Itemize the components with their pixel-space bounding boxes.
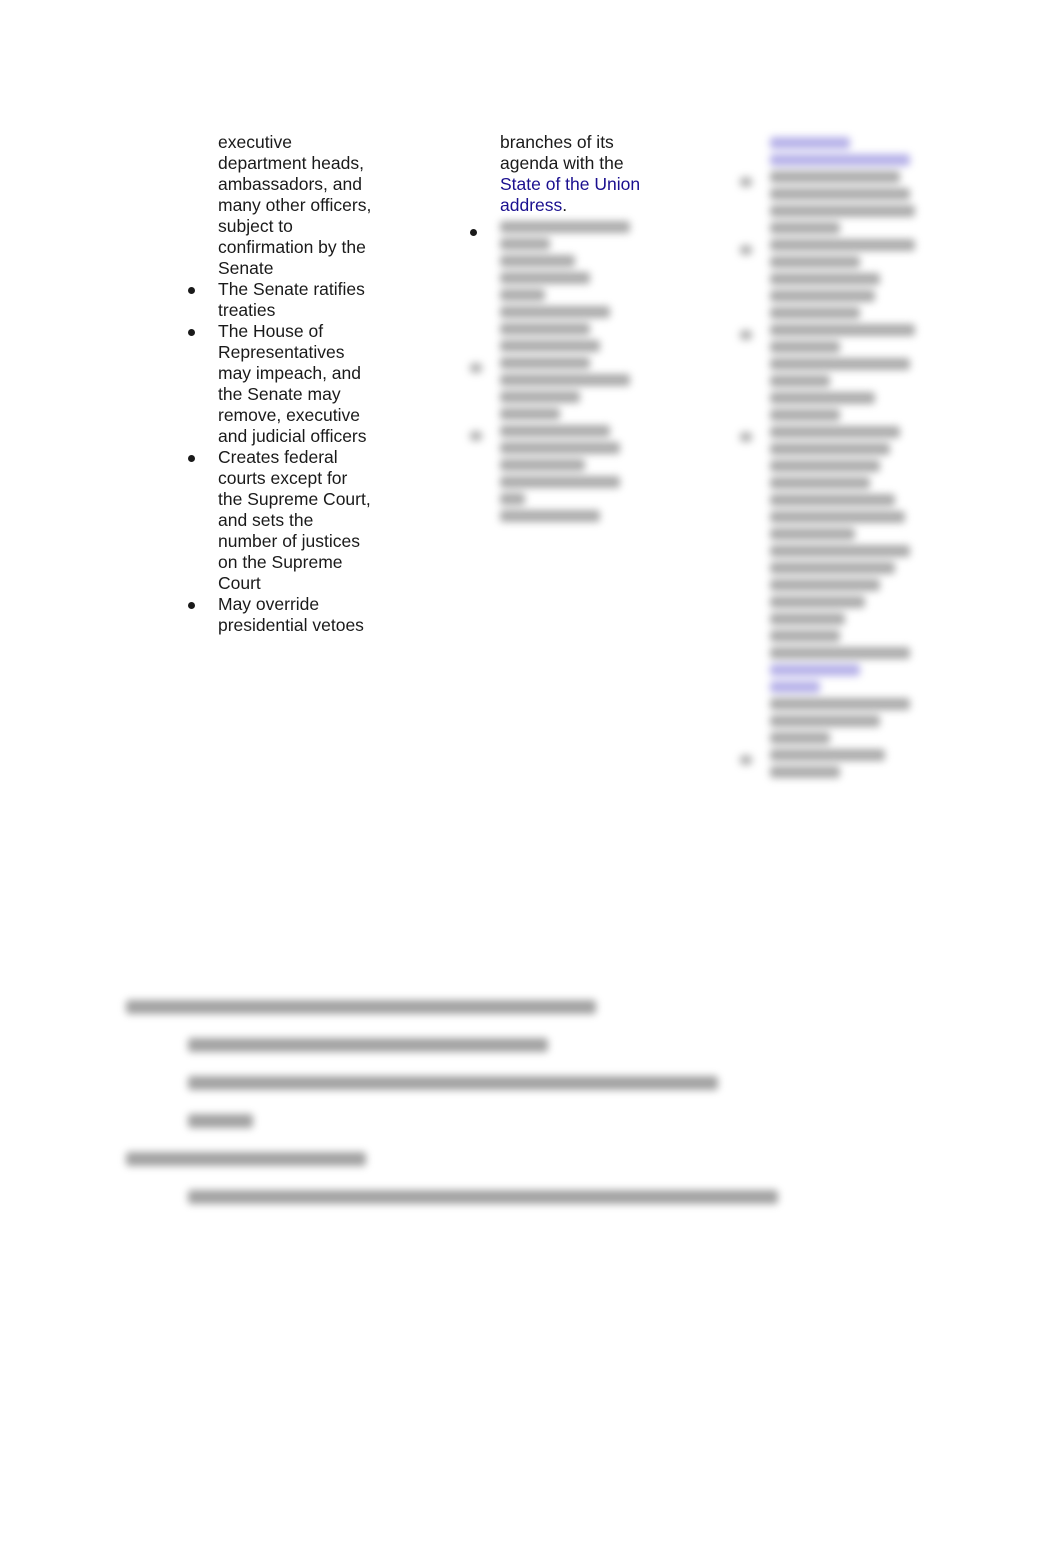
list-item: Creates federal courts except for the Su… (186, 447, 376, 594)
continuation-end: . (562, 195, 568, 215)
list-marker-icon (470, 431, 482, 441)
list-item-blurred (468, 425, 648, 522)
list-marker-icon (470, 363, 482, 373)
list-item-blurred (468, 221, 648, 352)
list-item-continuation: executive department heads, ambassadors,… (218, 132, 372, 278)
list-item-text: The Senate ratifies treaties (218, 279, 365, 320)
list-item: The Senate ratifies treaties (186, 279, 376, 321)
list-item: The House of Representatives may impeach… (186, 321, 376, 447)
middle-column: branches of its agenda with the State of… (468, 132, 648, 526)
list-item-text: The House of Representatives may impeach… (218, 321, 367, 446)
middle-bullet-list (468, 221, 648, 522)
list-item-continuation: branches of its agenda with the State of… (468, 132, 648, 216)
blurred-content (500, 221, 648, 352)
blurred-content (500, 425, 648, 522)
blurred-item (738, 324, 938, 421)
continuation-text: branches of its agenda with the (500, 132, 624, 173)
state-of-the-union-link[interactable]: State of the Union address (500, 174, 640, 215)
blurred-item (738, 749, 938, 778)
list-item-text: Creates federal courts except for the Su… (218, 447, 371, 593)
list-item-blurred (468, 357, 648, 420)
bottom-section-blurred (126, 1000, 826, 1228)
blurred-item (738, 239, 938, 319)
blurred-content (500, 357, 648, 420)
left-bullet-list: The Senate ratifies treaties The House o… (186, 279, 376, 636)
blurred-item (738, 171, 938, 234)
blurred-content (738, 137, 938, 166)
list-item-text: May override presidential vetoes (218, 594, 364, 635)
blurred-item (738, 426, 938, 744)
right-column (738, 132, 938, 782)
list-item: May override presidential vetoes (186, 594, 376, 636)
left-column: executive department heads, ambassadors,… (186, 132, 376, 636)
